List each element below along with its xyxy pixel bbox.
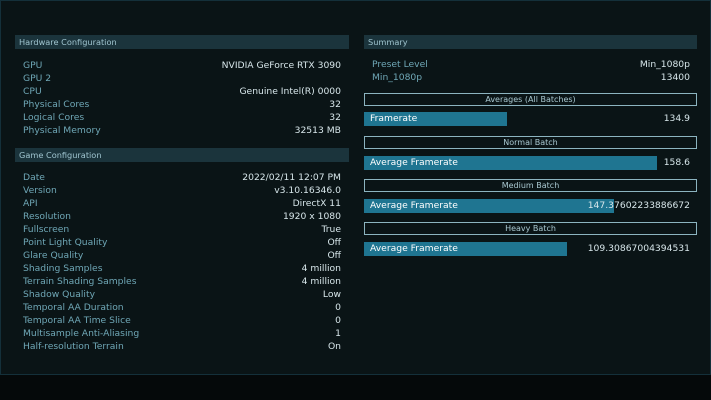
game-panel-title: Game Configuration — [15, 148, 349, 162]
averages-all-batches-label: Averages (All Batches) — [364, 93, 697, 106]
row-label: Point Light Quality — [23, 237, 108, 248]
framerate-value: 134.9 — [663, 113, 690, 124]
row-value: NVIDIA GeForce RTX 3090 — [221, 60, 341, 71]
row-value: DirectX 11 — [292, 198, 341, 209]
row-value: 32 — [329, 99, 341, 110]
row-value: 2022/02/11 12:07 PM — [242, 172, 341, 183]
row-value: 1 — [335, 328, 341, 339]
row-value: Off — [327, 237, 341, 248]
score-value: 13400 — [660, 72, 690, 83]
heavy-batch-bar-label: Average Framerate — [370, 243, 458, 254]
hardware-panel: Hardware Configuration GPU NVIDIA GeForc… — [15, 35, 349, 139]
game-row: Fullscreen True — [15, 223, 349, 236]
game-panel: Game Configuration Date 2022/02/11 12:07 … — [15, 148, 349, 360]
hardware-row: GPU 2 — [15, 72, 349, 85]
normal-batch-label: Normal Batch — [364, 136, 697, 149]
game-row: Shading Samples 4 million — [15, 262, 349, 275]
heavy-batch-value: 109.30867004394531 — [587, 243, 690, 254]
taskbar-strip — [0, 375, 711, 400]
row-label: API — [23, 198, 38, 209]
benchmark-results-screen: Hardware Configuration GPU NVIDIA GeForc… — [0, 0, 711, 375]
game-row: Shadow Quality Low — [15, 288, 349, 301]
row-label: Physical Cores — [23, 99, 90, 110]
game-row: Terrain Shading Samples 4 million — [15, 275, 349, 288]
row-value: 1920 x 1080 — [282, 211, 341, 222]
row-value: v3.10.16346.0 — [274, 185, 341, 196]
hardware-row: CPU Genuine Intel(R) 0000 — [15, 85, 349, 98]
row-label: Half-resolution Terrain — [23, 341, 124, 352]
summary-panel: Summary Preset Level Min_1080p Min_1080p… — [364, 35, 697, 265]
medium-batch-bar-row: Average Framerate 147.37602233886672 — [364, 199, 697, 213]
game-row: Temporal AA Time Slice 0 — [15, 314, 349, 327]
game-row: API DirectX 11 — [15, 197, 349, 210]
row-value: 4 million — [301, 276, 341, 287]
row-label: Date — [23, 172, 45, 183]
normal-batch-value: 158.6 — [663, 157, 690, 168]
row-label: Temporal AA Time Slice — [23, 315, 131, 326]
row-label: Logical Cores — [23, 112, 85, 123]
row-label: GPU 2 — [23, 73, 52, 84]
framerate-label: Framerate — [370, 113, 418, 124]
row-label: CPU — [23, 86, 42, 97]
normal-batch-bar-row: Average Framerate 158.6 — [364, 156, 697, 170]
game-row: Half-resolution Terrain On — [15, 340, 349, 353]
row-value: On — [327, 341, 341, 352]
row-value: Off — [327, 250, 341, 261]
row-value: 32 — [329, 112, 341, 123]
row-label: Terrain Shading Samples — [23, 276, 137, 287]
framerate-bar-row: Framerate 134.9 — [364, 112, 697, 126]
row-label: GPU — [23, 60, 43, 71]
row-label: Resolution — [23, 211, 72, 222]
game-row: Multisample Anti-Aliasing 1 — [15, 327, 349, 340]
game-row: Temporal AA Duration 0 — [15, 301, 349, 314]
row-label: Fullscreen — [23, 224, 70, 235]
row-value: 4 million — [301, 263, 341, 274]
game-row: Date 2022/02/11 12:07 PM — [15, 171, 349, 184]
hardware-row: Logical Cores 32 — [15, 111, 349, 124]
preset-level-label: Preset Level — [372, 59, 428, 70]
hardware-row: Physical Memory 32513 MB — [15, 124, 349, 137]
game-row: Resolution 1920 x 1080 — [15, 210, 349, 223]
normal-batch-bar-label: Average Framerate — [370, 157, 458, 168]
row-label: Glare Quality — [23, 250, 84, 261]
hardware-row: GPU NVIDIA GeForce RTX 3090 — [15, 59, 349, 72]
preset-level-row: Preset Level Min_1080p — [364, 59, 697, 71]
heavy-batch-bar-row: Average Framerate 109.30867004394531 — [364, 242, 697, 256]
hardware-panel-title: Hardware Configuration — [15, 35, 349, 49]
row-value: True — [321, 224, 341, 235]
game-row: Point Light Quality Off — [15, 236, 349, 249]
medium-batch-label: Medium Batch — [364, 179, 697, 192]
row-label: Shadow Quality — [23, 289, 96, 300]
score-label: Min_1080p — [372, 72, 423, 83]
row-value: Low — [322, 289, 341, 300]
preset-level-value: Min_1080p — [639, 59, 690, 70]
row-label: Version — [23, 185, 57, 196]
row-value: Genuine Intel(R) 0000 — [239, 86, 341, 97]
row-value: 32513 MB — [294, 125, 341, 136]
game-row: Glare Quality Off — [15, 249, 349, 262]
medium-batch-value: 147.37602233886672 — [587, 200, 690, 211]
row-value: 0 — [335, 315, 341, 326]
row-label: Multisample Anti-Aliasing — [23, 328, 140, 339]
row-label: Physical Memory — [23, 125, 101, 136]
row-value: 0 — [335, 302, 341, 313]
medium-batch-bar-label: Average Framerate — [370, 200, 458, 211]
row-label: Shading Samples — [23, 263, 103, 274]
heavy-batch-label: Heavy Batch — [364, 222, 697, 235]
summary-panel-title: Summary — [364, 35, 697, 49]
row-label: Temporal AA Duration — [23, 302, 124, 313]
game-row: Version v3.10.16346.0 — [15, 184, 349, 197]
score-row: Min_1080p 13400 — [364, 72, 697, 84]
hardware-row: Physical Cores 32 — [15, 98, 349, 111]
